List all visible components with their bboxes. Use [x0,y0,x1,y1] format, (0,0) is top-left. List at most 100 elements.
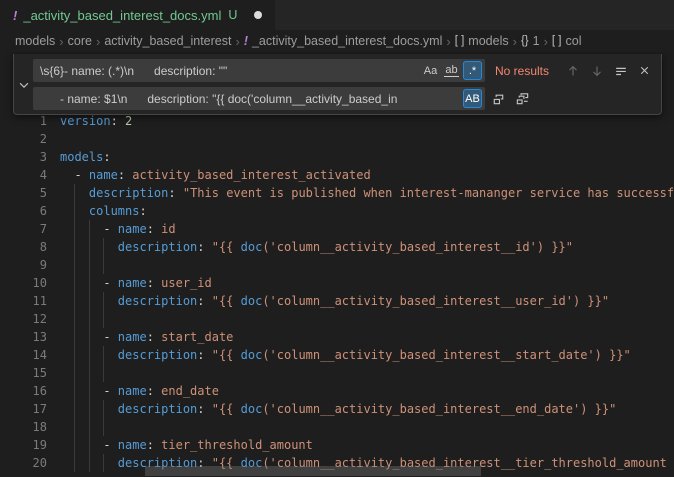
breadcrumb-label: col [566,34,582,48]
yaml-file-icon: ! [13,8,17,23]
breadcrumb-item[interactable]: models [15,34,55,48]
close-find-button[interactable] [634,60,655,81]
match-case-toggle[interactable]: Aa [421,61,440,80]
editor-area[interactable]: \s{6}- name: (.*)\n description: "" Aa a… [0,52,674,477]
code-line[interactable]: 19 - name: tier_threshold_amount [0,436,674,454]
breadcrumb-item[interactable]: [ ]col [552,34,582,48]
code-line[interactable]: 17 description: "{{ doc('column__activit… [0,400,674,418]
line-number[interactable]: 8 [0,238,47,256]
indent-guide [74,364,75,382]
line-content [47,130,674,148]
whole-word-toggle[interactable]: ab [442,61,461,80]
breadcrumb-label: core [68,34,92,48]
indent-guide [89,346,90,364]
breadcrumb-separator: › [446,34,450,49]
find-in-selection-button[interactable] [610,60,631,81]
code-line[interactable]: 12 [0,310,674,328]
code-line[interactable]: 18 [0,418,674,436]
indent-guide [89,418,90,436]
preserve-case-toggle[interactable]: AB [463,89,482,108]
indent-guide [89,400,90,418]
horizontal-scrollbar[interactable] [145,466,481,476]
indent-guide [103,346,104,364]
close-icon [638,64,651,77]
code-line[interactable]: 3models: [0,148,674,166]
line-number[interactable]: 16 [0,382,47,400]
indent-guide [74,454,75,472]
code-line[interactable]: 4 - name: activity_based_interest_activa… [0,166,674,184]
line-number[interactable]: 4 [0,166,47,184]
unsaved-dot-icon[interactable] [254,11,262,19]
symbol-object-icon: {} [521,35,529,47]
code-line[interactable]: 2 [0,130,674,148]
line-number[interactable]: 2 [0,130,47,148]
code-line[interactable]: 15 [0,364,674,382]
regex-toggle[interactable]: .* [463,61,482,80]
line-content: description: "This event is published wh… [47,184,674,202]
replace-all-button[interactable] [512,88,533,109]
indent-guide [74,382,75,400]
indent-guide [74,436,75,454]
find-input[interactable]: \s{6}- name: (.*)\n description: "" Aa a… [33,59,485,82]
replace-input[interactable]: - name: $1\n description: "{{ doc('colum… [33,87,485,110]
code-line[interactable]: 7 - name: id [0,220,674,238]
indent-guide [103,454,104,472]
breadcrumb-item[interactable]: activity_based_interest [104,34,231,48]
indent-guide [89,454,90,472]
line-content [47,364,674,382]
code-line[interactable]: 8 description: "{{ doc('column__activity… [0,238,674,256]
code-line[interactable]: 6 columns: [0,202,674,220]
line-number[interactable]: 3 [0,148,47,166]
code-line[interactable]: 10 - name: user_id [0,274,674,292]
line-number[interactable]: 17 [0,400,47,418]
code-line[interactable]: 9 [0,256,674,274]
previous-match-button[interactable] [562,60,583,81]
line-content: description: "{{ doc('column__activity_b… [47,292,674,310]
line-number[interactable]: 9 [0,256,47,274]
line-number[interactable]: 11 [0,292,47,310]
next-match-button[interactable] [586,60,607,81]
vscode-window: ! _activity_based_interest_docs.yml U mo… [0,0,674,477]
code-line[interactable]: 13 - name: start_date [0,328,674,346]
line-number[interactable]: 14 [0,346,47,364]
line-content: - name: tier_threshold_amount [47,436,674,454]
indent-guide [89,238,90,256]
breadcrumb-item[interactable]: core [68,34,92,48]
line-number[interactable]: 20 [0,454,47,472]
line-number[interactable]: 19 [0,436,47,454]
breadcrumb-item[interactable]: [ ]models [455,34,509,48]
git-status-badge: U [228,8,237,22]
replace-icon [491,91,506,106]
code-line[interactable]: 5 description: "This event is published … [0,184,674,202]
indent-guide [103,238,104,256]
code-area[interactable]: 1version: 223models:4 - name: activity_b… [0,112,674,472]
line-number[interactable]: 5 [0,184,47,202]
breadcrumb-item[interactable]: {}1 [521,34,540,48]
line-content: models: [47,148,674,166]
line-number[interactable]: 10 [0,274,47,292]
line-number[interactable]: 7 [0,220,47,238]
line-number[interactable]: 6 [0,202,47,220]
line-number[interactable]: 12 [0,310,47,328]
code-line[interactable]: 14 description: "{{ doc('column__activit… [0,346,674,364]
indent-guide [89,292,90,310]
yaml-file-icon: ! [244,34,248,48]
line-content [47,310,674,328]
tab-title: _activity_based_interest_docs.yml [23,8,221,23]
indent-guide [74,310,75,328]
breadcrumb-separator: › [235,34,239,49]
breadcrumb-item[interactable]: ! _activity_based_interest_docs.yml [244,34,443,48]
arrow-up-icon [566,64,580,78]
breadcrumb-label: _activity_based_interest_docs.yml [252,34,442,48]
line-content: description: "{{ doc('column__activity_b… [47,346,674,364]
line-number[interactable]: 15 [0,364,47,382]
code-line[interactable]: 11 description: "{{ doc('column__activit… [0,292,674,310]
line-number[interactable]: 18 [0,418,47,436]
indent-guide [74,220,75,238]
toggle-replace-button[interactable] [14,59,33,110]
replace-button[interactable] [488,88,509,109]
tab-active-file[interactable]: ! _activity_based_interest_docs.yml U [0,0,275,30]
line-content [47,418,674,436]
code-line[interactable]: 16 - name: end_date [0,382,674,400]
line-number[interactable]: 13 [0,328,47,346]
